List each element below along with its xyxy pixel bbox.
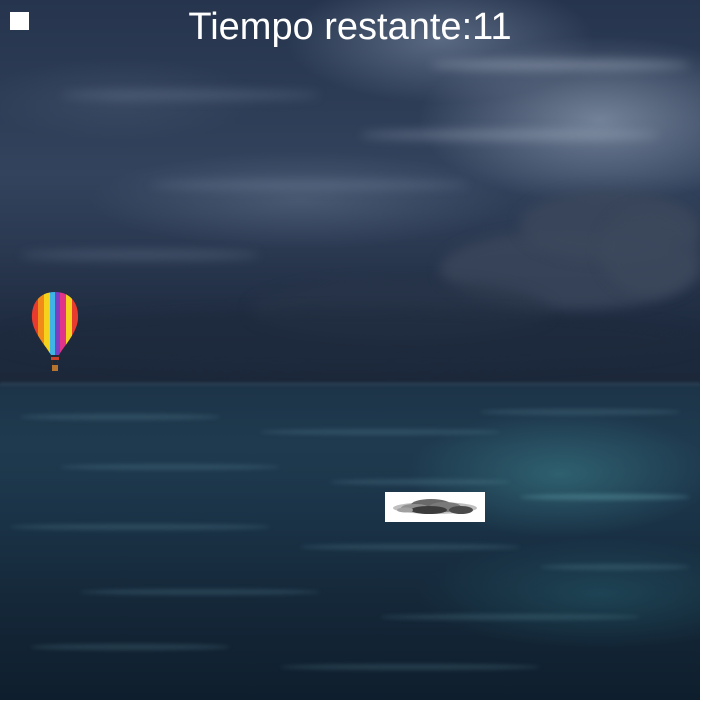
timer-label: Tiempo restante: bbox=[188, 6, 473, 48]
wave bbox=[80, 589, 320, 595]
sky-streak bbox=[60, 90, 320, 100]
sky-streak bbox=[430, 60, 690, 70]
horizon-line bbox=[0, 382, 700, 386]
wave bbox=[280, 664, 540, 670]
wave bbox=[60, 464, 280, 470]
stormy-sky-background bbox=[0, 0, 700, 386]
wave bbox=[300, 544, 520, 550]
hot-air-balloon-icon[interactable] bbox=[30, 291, 80, 373]
wave bbox=[30, 644, 230, 650]
timer-value: 11 bbox=[472, 6, 512, 48]
sky-cloud bbox=[600, 205, 700, 295]
time-remaining-display: Tiempo restante:11 bbox=[0, 5, 700, 49]
wave bbox=[380, 614, 640, 620]
sky-streak bbox=[20, 250, 260, 260]
sky-cloud bbox=[0, 310, 700, 370]
wave bbox=[330, 479, 510, 485]
wave bbox=[260, 429, 500, 435]
sky-streak bbox=[360, 130, 660, 140]
wave bbox=[10, 524, 270, 530]
game-canvas[interactable]: Tiempo restante:11 bbox=[0, 0, 700, 700]
wave bbox=[480, 409, 680, 415]
ocean-background bbox=[0, 384, 700, 700]
storm-cloud-icon bbox=[385, 492, 485, 522]
wave bbox=[540, 564, 690, 570]
wave bbox=[20, 414, 220, 420]
wave bbox=[520, 494, 690, 500]
sky-streak bbox=[150, 180, 470, 190]
